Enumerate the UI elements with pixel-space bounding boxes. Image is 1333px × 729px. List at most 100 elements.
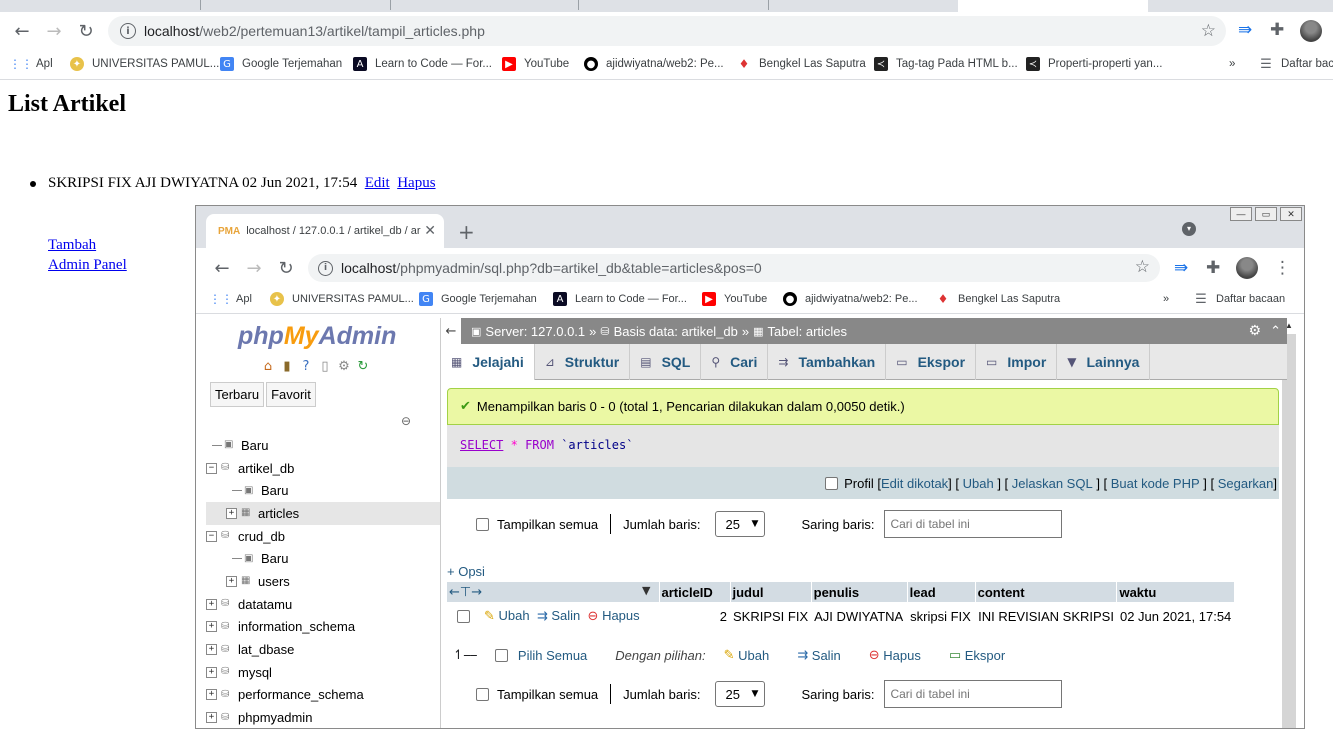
favorites-tab: Favorit	[266, 382, 316, 407]
bookmark-properti[interactable]: ≺ Properti-properti yan...	[1026, 50, 1162, 78]
screenshot-bookmarks-bar: ⋮⋮ Apl ✦ UNIVERSITAS PAMUL... G Google Terj…	[196, 286, 1304, 314]
table-icon: ▦	[753, 324, 764, 338]
bookmarks-overflow[interactable]: »	[1229, 50, 1235, 78]
tree-item: + ⛁ information_schema	[206, 616, 440, 639]
gem-icon: ♦	[937, 292, 949, 306]
column-header: articleID	[659, 582, 731, 602]
url-host: localhost	[144, 23, 200, 39]
tree-item-label: lat_dbase	[238, 642, 295, 658]
explain-sql-link: Jelaskan SQL	[1011, 475, 1093, 491]
tree-item: + ▦ users	[206, 570, 440, 593]
bookmark-universitas[interactable]: ✦ UNIVERSITAS PAMUL...	[70, 50, 219, 78]
bookmark-html-tags[interactable]: ≺ Tag-tag Pada HTML b...	[874, 50, 1018, 78]
edit-link[interactable]: Edit	[365, 175, 390, 191]
delete-link[interactable]: Hapus	[397, 175, 435, 191]
logo-part: My	[283, 322, 319, 350]
collapse-icon: −	[206, 530, 217, 542]
tab-search: ⚲ Cari	[701, 344, 769, 380]
cell-content: INI REVISIAN SKRIPSI	[978, 608, 1114, 624]
header-actions: ←⊤→ ▼	[447, 582, 660, 602]
url-host: localhost	[341, 260, 397, 276]
logo-part: Admin	[318, 322, 397, 350]
expand-icon: +	[206, 689, 217, 701]
profile-avatar[interactable]	[1300, 20, 1322, 42]
bookmark-universitas: ✦ UNIVERSITAS PAMUL...	[270, 286, 414, 312]
arrow-up-icon: ↿⎯⎯	[453, 647, 477, 663]
admin-panel-link[interactable]: Admin Panel	[48, 255, 127, 275]
tab-label: Jelajahi	[472, 354, 524, 370]
info-icon[interactable]: i	[120, 23, 136, 39]
bookmarks-overflow: »	[1163, 286, 1169, 312]
send-icon[interactable]: ⇛	[1238, 20, 1252, 40]
reading-list-icon: ☰	[1260, 56, 1272, 72]
database-icon: ⛁	[221, 598, 230, 610]
youtube-icon: ▶	[702, 292, 716, 306]
bookmark-label: Google Terjemahan	[242, 58, 343, 70]
tab-label: Struktur	[564, 354, 620, 370]
recent-tab: Terbaru	[210, 382, 265, 407]
insert-icon: ⇉	[778, 355, 789, 369]
tree-item: + ⛁ mysql	[206, 661, 440, 684]
address-bar[interactable]: i localhost/web2/pertemuan13/artikel/tam…	[108, 16, 1226, 46]
url-path: /web2/pertemuan13/artikel/tampil_article…	[199, 23, 485, 39]
rows-label: Jumlah baris:	[623, 686, 701, 702]
tree-item-label: Baru	[241, 437, 269, 453]
back-button[interactable]: ←	[10, 19, 34, 43]
tab-browse: ▦ Jelajahi	[441, 344, 535, 380]
nav-icon-row: ⌂ ▮ ? ▯ ⚙ ↻	[260, 358, 371, 374]
new-icon: ▣	[244, 484, 254, 496]
bookmark-bengkel[interactable]: ♦ Bengkel Las Saputra	[737, 50, 866, 78]
tab-structure: ⊿ Struktur	[535, 344, 631, 380]
bookmark-github[interactable]: ● ajidwiyatna/web2: Pe...	[584, 50, 724, 78]
tree-item-label: phpmyadmin	[238, 710, 313, 726]
extensions-icon[interactable]: ✚	[1270, 20, 1284, 40]
rows-label: Jumlah baris:	[623, 516, 701, 532]
menu-dots-icon: ⋮	[1274, 258, 1291, 278]
bookmark-label: ajidwiyatna/web2: Pe...	[805, 293, 918, 305]
structure-icon: ⊿	[544, 355, 555, 369]
star-icon[interactable]: ☆	[1201, 21, 1216, 41]
github-icon: ●	[584, 57, 598, 71]
sql-tools: Profil [Edit dikotak] [ Ubah ] [ Jelaska…	[447, 467, 1279, 499]
reading-list[interactable]: ☰ Daftar bac	[1259, 50, 1333, 78]
check-all-link: Pilih Semua	[517, 647, 588, 663]
tree-connector	[232, 490, 242, 492]
star-icon: ☆	[1134, 257, 1150, 277]
tab-separator	[390, 0, 391, 10]
tree-item-label: artikel_db	[238, 460, 295, 476]
bookmark-label: UNIVERSITAS PAMUL...	[92, 58, 220, 70]
apps-grid-icon: ⋮⋮	[9, 57, 33, 71]
column-header: lead	[907, 582, 976, 602]
forward-button[interactable]: →	[42, 19, 66, 43]
bookmark-translate[interactable]: G Google Terjemahan	[220, 50, 342, 78]
new-icon: ▣	[224, 439, 234, 451]
add-link[interactable]: Tambah	[48, 235, 127, 255]
bookmark-youtube[interactable]: ▶ YouTube	[502, 50, 569, 78]
gem-icon: ♦	[738, 57, 750, 71]
active-tab[interactable]	[958, 0, 1148, 12]
phpmyadmin-favicon: PMA	[218, 225, 241, 237]
reload-button[interactable]: ↻	[74, 19, 98, 43]
bookmark-apps: ⋮⋮ Apl	[209, 286, 252, 312]
browser-toolbar: ← → ↻ i localhost/web2/pertemuan13/artik…	[0, 12, 1333, 50]
breadcrumb-server: Server: 127.0.0.1	[485, 323, 586, 339]
database-icon: ⛁	[221, 530, 230, 542]
screenshot-toolbar: ← → ↻ i localhost/phpmyadmin/sql.php?db=…	[196, 248, 1304, 286]
screenshot-address-bar: i localhost/phpmyadmin/sql.php?db=artike…	[308, 254, 1160, 282]
tree-item-label: information_schema	[238, 619, 356, 635]
bookmark-label: ajidwiyatna/web2: Pe...	[606, 58, 724, 70]
tab-sql: ▤ SQL	[630, 344, 702, 380]
tree-item-label: mysql	[238, 664, 272, 680]
site-icon: ≺	[874, 57, 888, 71]
bookmark-label: Learn to Code — For...	[375, 58, 492, 70]
bookmark-freecodecamp[interactable]: A Learn to Code — For...	[353, 50, 492, 78]
screenshot-tab-strip: PMA localhost / 127.0.0.1 / artikel_db /…	[196, 206, 1304, 248]
phpmyadmin-logo: phpMyAdmin	[238, 322, 396, 351]
tab-label: Impor	[1007, 354, 1047, 370]
check-all-checkbox	[494, 648, 508, 662]
freecodecamp-icon: A	[553, 292, 567, 306]
column-header: penulis	[811, 582, 908, 602]
bookmark-apps[interactable]: ⋮⋮ Apl	[9, 50, 53, 78]
help-icon: ?	[302, 358, 310, 374]
cell-waktu: 02 Jun 2021, 17:54	[1119, 608, 1232, 624]
